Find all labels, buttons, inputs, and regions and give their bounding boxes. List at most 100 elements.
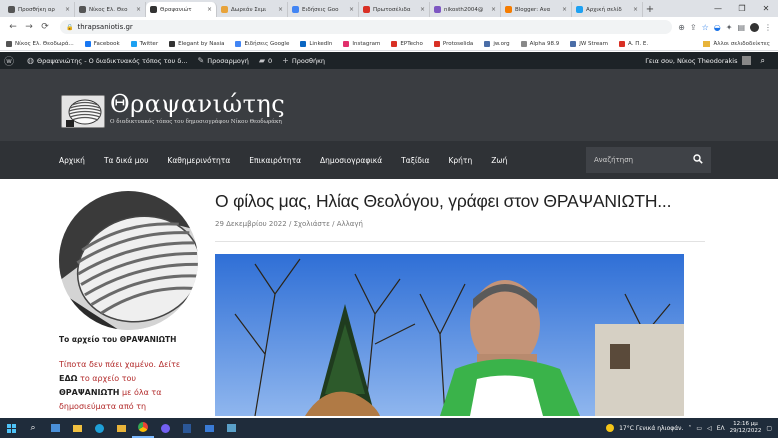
bookmark-label: Protoselida	[442, 40, 474, 47]
close-tab-icon[interactable]: ×	[278, 6, 283, 13]
bookmark-item[interactable]: Facebook	[84, 40, 120, 47]
plus-icon: +	[282, 56, 289, 65]
mail-icon[interactable]	[198, 418, 220, 438]
wp-comments[interactable]: ▰ 0	[259, 56, 272, 65]
zoom-icon[interactable]: ⊕	[678, 23, 685, 32]
post-category-link[interactable]: Αλλαγή	[337, 220, 363, 228]
puzzle-icon[interactable]: ✦	[726, 23, 733, 32]
bookmark-item[interactable]: Ειδήσεις Google	[235, 40, 289, 47]
network-icon[interactable]: ▭	[696, 425, 702, 432]
search-icon[interactable]	[693, 153, 703, 167]
other-bookmarks[interactable]: Άλλοι σελιδοδείκτες	[703, 40, 770, 47]
nav-item-home[interactable]: Αρχική	[59, 156, 85, 165]
bookmark-star-icon[interactable]: ☆	[702, 23, 709, 32]
viber-icon[interactable]	[154, 418, 176, 438]
browser-tab[interactable]: Blogger: Ανα ×	[501, 2, 572, 17]
wp-new-content[interactable]: + Προσθήκη	[282, 56, 325, 65]
language-indicator[interactable]: ΕΛ	[717, 425, 725, 432]
bookmark-item[interactable]: Protoselida	[433, 40, 474, 47]
browser-tab[interactable]: Νίκος Ελ. Θεο ×	[75, 2, 146, 17]
browser-tab[interactable]: Ειδήσεις Goo ×	[288, 2, 359, 17]
archive-here-link[interactable]: ΕΔΩ	[59, 374, 77, 383]
wp-customize[interactable]: ✎ Προσαρμογή	[198, 56, 249, 65]
nav-item-life[interactable]: Ζωή	[491, 156, 507, 165]
wp-account[interactable]: Γεια σου, Νίκος Theodorakis	[645, 56, 751, 65]
extension-icon[interactable]: ◒	[714, 23, 721, 32]
taskbar-search-icon[interactable]: ⌕	[22, 418, 44, 438]
browser-tab[interactable]: Προσθήκη αρ ×	[4, 2, 75, 17]
close-tab-icon[interactable]: ×	[562, 6, 567, 13]
instagram-icon	[343, 40, 350, 47]
bookmark-item[interactable]: Α. Π. Ε.	[618, 40, 648, 47]
share-icon[interactable]: ⇪	[690, 23, 697, 32]
bookmark-item[interactable]: jw.org	[484, 40, 510, 47]
back-icon[interactable]: ←	[6, 20, 20, 34]
word-icon[interactable]	[176, 418, 198, 438]
close-tab-icon[interactable]: ×	[349, 6, 354, 13]
tab-favicon-icon	[150, 6, 157, 13]
close-tab-icon[interactable]: ×	[491, 6, 496, 13]
wp-site-name[interactable]: ◍ Θραψανιώτης - Ο διαδικτυακός τόπος του …	[27, 56, 188, 65]
profile-avatar[interactable]	[750, 22, 759, 32]
nav-item-my-own[interactable]: Τα δικά μου	[104, 156, 148, 165]
search-input[interactable]	[594, 156, 684, 164]
app-icon[interactable]	[220, 418, 242, 438]
nav-item-crete[interactable]: Κρήτη	[449, 156, 473, 165]
restore-icon[interactable]: ❐	[730, 0, 754, 17]
tray-chevron-icon[interactable]: ˄	[688, 425, 691, 432]
browser-tab[interactable]: nikosth2004@ ×	[430, 2, 501, 17]
post-title[interactable]: Ο φίλος μας, Ηλίας Θεολόγου, γράφει στον…	[215, 191, 671, 212]
reload-icon[interactable]: ⟳	[38, 20, 52, 34]
bookmark-item[interactable]: JW Stream	[570, 40, 608, 47]
windows-start-icon[interactable]	[0, 418, 22, 438]
sidepanel-icon[interactable]: ▤	[737, 23, 745, 32]
site-logo[interactable]	[61, 95, 105, 128]
bookmark-item[interactable]: EPTecho	[391, 40, 423, 47]
address-bar[interactable]: 🔒 thrapsaniotis.gr	[60, 20, 673, 34]
nav-item-travel[interactable]: Ταξίδια	[401, 156, 429, 165]
nav-item-daily-life[interactable]: Καθημερινότητα	[167, 156, 230, 165]
bookmark-item[interactable]: Νίκος Ελ. Θεοδωρά...	[6, 40, 74, 47]
bookmark-item[interactable]: Instagram	[343, 40, 380, 47]
file-explorer-icon[interactable]	[66, 418, 88, 438]
chrome-icon[interactable]	[132, 418, 154, 438]
post-date[interactable]: 29 Δεκεμβρίου 2022	[215, 220, 287, 228]
close-window-icon[interactable]: ✕	[754, 0, 778, 17]
bookmark-item[interactable]: Twitter	[130, 40, 158, 47]
bookmark-item[interactable]: Alpha 98.9	[520, 40, 559, 47]
tab-label: Αρχική σελίδ	[586, 6, 622, 13]
weather-text[interactable]: 17°C Γενικά ηλιοφάν.	[619, 425, 683, 432]
minimize-icon[interactable]: —	[706, 0, 730, 17]
close-tab-icon[interactable]: ×	[420, 6, 425, 13]
menu-kebab-icon[interactable]: ⋮	[764, 23, 772, 32]
bookmark-item[interactable]: Elegant by Nasia	[169, 40, 224, 47]
wp-search[interactable]: ⌕	[761, 56, 768, 66]
lock-icon[interactable]: 🔒	[66, 24, 73, 31]
nav-item-current-affairs[interactable]: Επικαιρότητα	[249, 156, 301, 165]
browser-tab[interactable]: Αρχική σελίδ ×	[572, 2, 643, 17]
close-tab-icon[interactable]: ×	[207, 6, 212, 13]
explorer-folder-icon[interactable]	[110, 418, 132, 438]
close-tab-icon[interactable]: ×	[65, 6, 70, 13]
post-comment-link[interactable]: Σχολιάστε	[294, 220, 330, 228]
bookmark-favicon-icon	[520, 40, 527, 47]
new-tab-button[interactable]: +	[643, 2, 657, 17]
clock[interactable]: 12:16 μμ 29/12/2022	[730, 421, 762, 435]
browser-tab[interactable]: Πρωτοσέλιδα ×	[359, 2, 430, 17]
browser-tab[interactable]: Δωρεάν Σεμι ×	[217, 2, 288, 17]
site-title[interactable]: Θραψανιώτης	[110, 90, 285, 118]
nav-item-journalism[interactable]: Δημοσιογραφικά	[320, 156, 382, 165]
google-news-icon	[235, 40, 242, 47]
volume-icon[interactable]: ◁	[707, 425, 712, 432]
browser-tab-active[interactable]: Θραψανιώτ ×	[146, 2, 217, 17]
task-view-icon[interactable]	[44, 418, 66, 438]
bookmark-item[interactable]: LinkedIn	[300, 40, 332, 47]
close-tab-icon[interactable]: ×	[136, 6, 141, 13]
wp-logo-menu[interactable]: ⓦ	[4, 53, 17, 68]
notifications-icon[interactable]: ▢	[766, 425, 772, 432]
weather-icon[interactable]	[606, 424, 615, 432]
post-featured-image[interactable]	[215, 254, 684, 416]
edge-icon[interactable]	[88, 418, 110, 438]
forward-icon[interactable]: →	[22, 20, 36, 34]
close-tab-icon[interactable]: ×	[633, 6, 638, 13]
